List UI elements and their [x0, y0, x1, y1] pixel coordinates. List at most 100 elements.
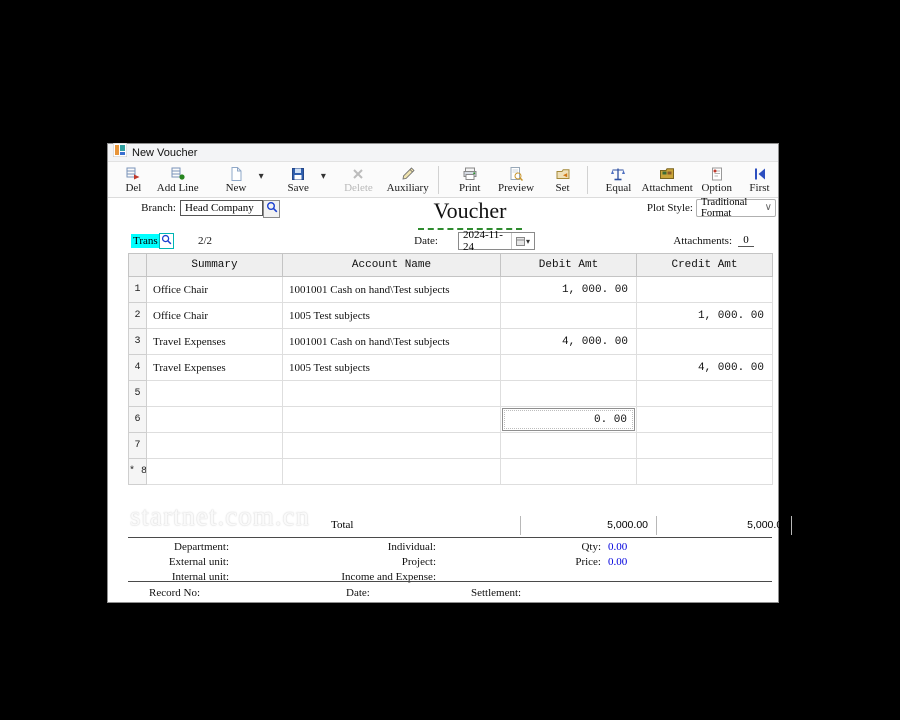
summary-cell[interactable]: Travel Expenses — [147, 329, 283, 355]
separator-line — [128, 537, 772, 538]
account-cell[interactable]: 1001001 Cash on hand\Test subjects — [283, 329, 501, 355]
account-cell[interactable] — [283, 433, 501, 459]
individual-label: Individual: — [316, 541, 436, 553]
grid-row: 2 Office Chair 1005 Test subjects 1, 000… — [129, 303, 773, 329]
row-number-new-record[interactable]: * 8 — [129, 459, 147, 485]
first-button-label: First — [749, 182, 769, 194]
account-cell[interactable]: 1001001 Cash on hand\Test subjects — [283, 277, 501, 303]
equal-button[interactable]: Equal — [599, 163, 638, 197]
debit-cell[interactable] — [501, 459, 637, 485]
debit-cell[interactable] — [501, 381, 637, 407]
first-record-icon — [752, 166, 768, 182]
separator-line — [128, 581, 772, 582]
del-button[interactable]: Del — [114, 163, 153, 197]
credit-cell[interactable]: 4, 000. 00 — [637, 355, 773, 381]
print-button[interactable]: Print — [450, 163, 489, 197]
credit-cell[interactable] — [637, 407, 773, 433]
row-number[interactable]: 2 — [129, 303, 147, 329]
app-icon — [113, 143, 127, 162]
summary-cell[interactable] — [147, 459, 283, 485]
dropdown-arrow-icon: ▾ — [526, 237, 530, 246]
chevron-down-icon: ∨ — [765, 202, 772, 213]
credit-cell[interactable] — [637, 329, 773, 355]
total-divider — [791, 516, 792, 535]
debit-cell[interactable] — [501, 355, 637, 381]
new-button[interactable]: New — [217, 163, 256, 197]
cell-editor[interactable]: 0. 00 — [502, 408, 635, 431]
trans-search-button[interactable] — [159, 233, 174, 249]
grid-row: 4 Travel Expenses 1005 Test subjects 4, … — [129, 355, 773, 381]
grid-header-row: Summary Account Name Debit Amt Credit Am… — [129, 254, 773, 277]
row-number[interactable]: 7 — [129, 433, 147, 459]
page-title: Voucher — [370, 198, 570, 224]
save-button[interactable]: Save — [279, 163, 318, 197]
debit-cell[interactable] — [501, 433, 637, 459]
row-number[interactable]: 6 — [129, 407, 147, 433]
summary-cell[interactable]: Travel Expenses — [147, 355, 283, 381]
price-value[interactable]: 0.00 — [608, 556, 627, 568]
delete-x-icon — [350, 166, 366, 182]
debit-cell-focused[interactable]: 0. 00 — [501, 407, 637, 433]
preview-icon — [508, 166, 524, 182]
date-label: Date: — [393, 235, 438, 247]
row-number[interactable]: 5 — [129, 381, 147, 407]
account-cell[interactable]: 1005 Test subjects — [283, 303, 501, 329]
attachments-value[interactable]: 0 — [738, 234, 754, 247]
summary-cell[interactable]: Office Chair — [147, 303, 283, 329]
attachment-folder-icon — [659, 166, 675, 182]
option-button[interactable]: Option — [696, 163, 737, 197]
del-row-icon — [125, 166, 141, 182]
branch-search-button[interactable] — [263, 200, 280, 218]
total-label: Total — [331, 519, 353, 531]
credit-cell[interactable]: 1, 000. 00 — [637, 303, 773, 329]
credit-cell[interactable] — [637, 381, 773, 407]
first-button[interactable]: First — [741, 163, 778, 197]
attachment-button[interactable]: Attachment — [640, 163, 695, 197]
grid-corner-cell — [129, 254, 147, 277]
debit-cell[interactable]: 4, 000. 00 — [501, 329, 637, 355]
summary-cell[interactable] — [147, 433, 283, 459]
date-picker[interactable]: 2024-11-24 ▾ — [458, 232, 535, 250]
voucher-grid: Summary Account Name Debit Amt Credit Am… — [128, 253, 773, 485]
row-number[interactable]: 1 — [129, 277, 147, 303]
preview-button[interactable]: Preview — [493, 163, 539, 197]
summary-cell[interactable]: Office Chair — [147, 277, 283, 303]
qty-value[interactable]: 0.00 — [608, 541, 627, 553]
toolbar-separator — [438, 166, 439, 194]
account-cell[interactable] — [283, 381, 501, 407]
print-icon — [462, 166, 478, 182]
attachments-label: Attachments: — [648, 235, 732, 247]
row-number[interactable]: 4 — [129, 355, 147, 381]
auxiliary-button[interactable]: Auxiliary — [384, 163, 432, 197]
account-cell[interactable] — [283, 407, 501, 433]
save-dropdown-arrow-icon[interactable]: ▾ — [318, 171, 329, 182]
plot-style-label: Plot Style: — [613, 202, 693, 214]
grid-row: 1 Office Chair 1001001 Cash on hand\Test… — [129, 277, 773, 303]
total-credit: 5,000.00 — [656, 519, 788, 531]
plot-style-select[interactable]: Traditional Format ∨ — [696, 199, 776, 217]
record-no-label: Record No: — [149, 587, 200, 599]
new-dropdown-arrow-icon[interactable]: ▾ — [255, 171, 266, 182]
calendar-dropdown-button[interactable]: ▾ — [511, 233, 534, 249]
add-line-button[interactable]: Add Line — [155, 163, 201, 197]
credit-cell[interactable] — [637, 433, 773, 459]
column-header-account-name: Account Name — [283, 254, 501, 277]
credit-cell[interactable] — [637, 277, 773, 303]
branch-input[interactable] — [180, 200, 263, 216]
set-button[interactable]: Set — [545, 163, 580, 197]
price-label: Price: — [524, 556, 601, 568]
set-icon — [555, 166, 571, 182]
debit-cell[interactable] — [501, 303, 637, 329]
summary-cell[interactable] — [147, 407, 283, 433]
trans-field[interactable]: Trans — [131, 234, 160, 248]
set-button-label: Set — [556, 182, 570, 194]
summary-cell[interactable] — [147, 381, 283, 407]
debit-cell[interactable]: 1, 000. 00 — [501, 277, 637, 303]
account-cell[interactable]: 1005 Test subjects — [283, 355, 501, 381]
credit-cell[interactable] — [637, 459, 773, 485]
new-document-icon — [228, 166, 244, 182]
column-header-debit-amt: Debit Amt — [501, 254, 637, 277]
settlement-label: Settlement: — [471, 587, 521, 599]
row-number[interactable]: 3 — [129, 329, 147, 355]
account-cell[interactable] — [283, 459, 501, 485]
